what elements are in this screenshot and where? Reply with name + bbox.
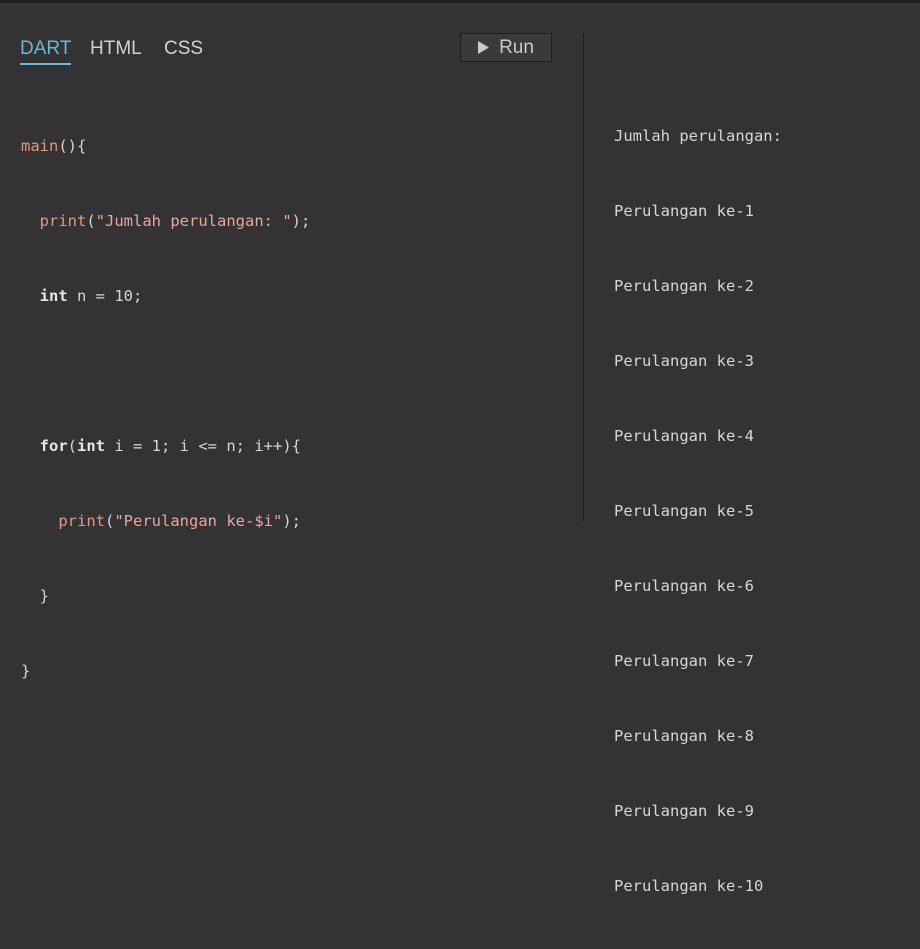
console-line: Perulangan ke-3 (614, 352, 754, 370)
console-line: Perulangan ke-4 (614, 427, 754, 445)
code-token: for (39, 437, 68, 455)
console-line: Perulangan ke-5 (614, 502, 754, 520)
code-token: ); (282, 512, 301, 530)
run-button-label: Run (499, 36, 534, 58)
tab-css[interactable]: CSS (164, 38, 203, 60)
code-token: ( (67, 437, 78, 455)
console-line: Perulangan ke-2 (614, 277, 754, 295)
code-token: "Jumlah perulangan: " (95, 212, 292, 230)
console-line: Jumlah perulangan: (614, 127, 782, 145)
code-token: print (39, 212, 87, 230)
code-token: ); (291, 212, 311, 230)
code-token: "Perulangan ke-$i" (114, 512, 283, 530)
code-token: } (39, 587, 50, 605)
code-line: print("Perulangan ke-$i"); (21, 509, 310, 534)
tab-html[interactable]: HTML (90, 38, 142, 60)
console-output: Jumlah perulangan: Perulangan ke-1 Perul… (614, 74, 782, 949)
code-line: } (21, 659, 310, 684)
code-line: int n = 10; (21, 284, 310, 309)
code-token: (){ (58, 137, 87, 155)
output-console: Jumlah perulangan: Perulangan ke-1 Perul… (584, 3, 920, 895)
play-icon (478, 41, 490, 54)
code-line: } (21, 584, 310, 609)
code-token: } (21, 662, 31, 680)
code-editor[interactable]: main(){ print("Jumlah perulangan: "); in… (21, 84, 310, 734)
run-button[interactable]: Run (460, 33, 552, 62)
tab-dart[interactable]: DART (20, 38, 72, 65)
console-line: Perulangan ke-6 (614, 577, 754, 595)
code-token: print (58, 512, 105, 530)
code-token: ( (105, 512, 115, 530)
code-line: print("Jumlah perulangan: "); (21, 209, 311, 234)
code-line: main(){ (21, 134, 310, 159)
code-token: int (39, 287, 68, 305)
code-token: ( (86, 212, 96, 230)
console-line: Perulangan ke-8 (614, 727, 754, 745)
code-token: n = 10; (67, 287, 143, 305)
console-line: Perulangan ke-10 (614, 877, 764, 895)
console-line: Perulangan ke-9 (614, 802, 754, 820)
code-token: int (77, 437, 106, 455)
code-token: i = 1; i <= n; i++){ (105, 437, 301, 455)
console-line: Perulangan ke-7 (614, 652, 754, 670)
code-token: main (21, 137, 59, 155)
code-line: for(int i = 1; i <= n; i++){ (21, 434, 310, 459)
editor-pane: DART HTML CSS Run main(){ print("Jumlah … (0, 3, 583, 680)
console-line: Perulangan ke-1 (614, 202, 754, 220)
